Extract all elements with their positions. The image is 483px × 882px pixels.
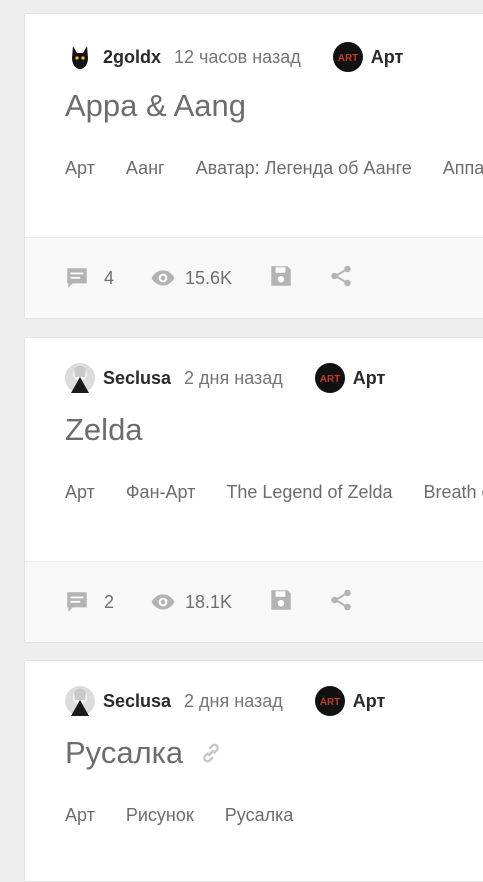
share-button[interactable] [328, 587, 354, 618]
author-name[interactable]: 2goldx [103, 47, 161, 68]
category-logo-text: ART [319, 697, 340, 707]
category-logo[interactable]: ART [315, 363, 345, 393]
author-avatar[interactable] [65, 42, 95, 72]
category-logo[interactable]: ART [315, 686, 345, 716]
author-name[interactable]: Seclusa [103, 368, 171, 389]
category-logo-text: ART [337, 53, 358, 63]
eye-icon [150, 265, 176, 291]
comments-count: 2 [104, 592, 114, 613]
save-icon [268, 263, 294, 294]
tag[interactable]: Аватар: Легенда об Аанге [196, 158, 412, 179]
post-header: 2goldx 12 часов назад ART Арт Appa & Aan… [25, 14, 483, 237]
post-title-text[interactable]: Appa & Aang [65, 88, 246, 124]
post-card: Seclusa 2 дня назад ART Арт Zelda Арт Фа… [24, 337, 483, 643]
comments-button[interactable]: 4 [64, 265, 114, 291]
share-button[interactable] [328, 263, 354, 294]
post-card: 2goldx 12 часов назад ART Арт Appa & Aan… [24, 13, 483, 319]
save-icon [268, 587, 294, 618]
post-time[interactable]: 2 дня назад [184, 368, 283, 389]
tag-list: Арт Рисунок Русалка [65, 805, 324, 826]
tag[interactable]: Рисунок [126, 805, 194, 826]
post-time[interactable]: 2 дня назад [184, 691, 283, 712]
tag[interactable]: Арт [65, 158, 95, 179]
category-name[interactable]: Арт [371, 47, 404, 68]
tag[interactable]: Фан-Арт [126, 482, 196, 503]
tag[interactable]: The Legend of Zelda [226, 482, 392, 503]
comments-button[interactable]: 2 [64, 589, 114, 615]
post-title[interactable]: Русалка [65, 735, 223, 771]
link-icon[interactable] [199, 741, 223, 765]
views-stat: 15.6K [150, 265, 232, 291]
category-name[interactable]: Арт [353, 691, 386, 712]
save-button[interactable] [268, 587, 294, 618]
tag-list: Арт Аанг Аватар: Легенда об Аанге Аппа [65, 158, 483, 179]
post-meta: 2goldx 12 часов назад ART Арт [65, 42, 403, 72]
comments-count: 4 [104, 268, 114, 289]
share-icon [328, 587, 354, 618]
author-name[interactable]: Seclusa [103, 691, 171, 712]
post-title[interactable]: Appa & Aang [65, 88, 246, 124]
save-button[interactable] [268, 263, 294, 294]
tag-list: Арт Фан-Арт The Legend of Zelda Breath o… [65, 482, 483, 503]
post-card: Seclusa 2 дня назад ART Арт Русалка Арт … [24, 660, 483, 882]
category-logo-text: ART [319, 374, 340, 384]
share-icon [328, 263, 354, 294]
views-stat: 18.1K [150, 589, 232, 615]
tag[interactable]: Аппа [443, 158, 483, 179]
post-header: Seclusa 2 дня назад ART Арт Zelda Арт Фа… [25, 338, 483, 561]
comment-icon [64, 265, 90, 291]
eye-icon [150, 589, 176, 615]
author-avatar[interactable] [65, 363, 95, 393]
post-footer: 4 15.6K [25, 237, 483, 318]
post-footer: 2 18.1K [25, 561, 483, 642]
post-title[interactable]: Zelda [65, 412, 143, 448]
post-meta: Seclusa 2 дня назад ART Арт [65, 363, 385, 393]
category-name[interactable]: Арт [353, 368, 386, 389]
tag[interactable]: Breath of the Wild [424, 482, 483, 503]
category-logo[interactable]: ART [333, 42, 363, 72]
comment-icon [64, 589, 90, 615]
post-time[interactable]: 12 часов назад [174, 47, 301, 68]
views-count: 15.6K [185, 268, 232, 289]
post-meta: Seclusa 2 дня назад ART Арт [65, 686, 385, 716]
tag[interactable]: Арт [65, 482, 95, 503]
tag[interactable]: Арт [65, 805, 95, 826]
tag[interactable]: Аанг [126, 158, 165, 179]
views-count: 18.1K [185, 592, 232, 613]
tag[interactable]: Русалка [225, 805, 294, 826]
post-header: Seclusa 2 дня назад ART Арт Русалка Арт … [25, 661, 483, 882]
author-avatar[interactable] [65, 686, 95, 716]
post-title-text[interactable]: Русалка [65, 735, 183, 771]
post-title-text[interactable]: Zelda [65, 412, 143, 448]
